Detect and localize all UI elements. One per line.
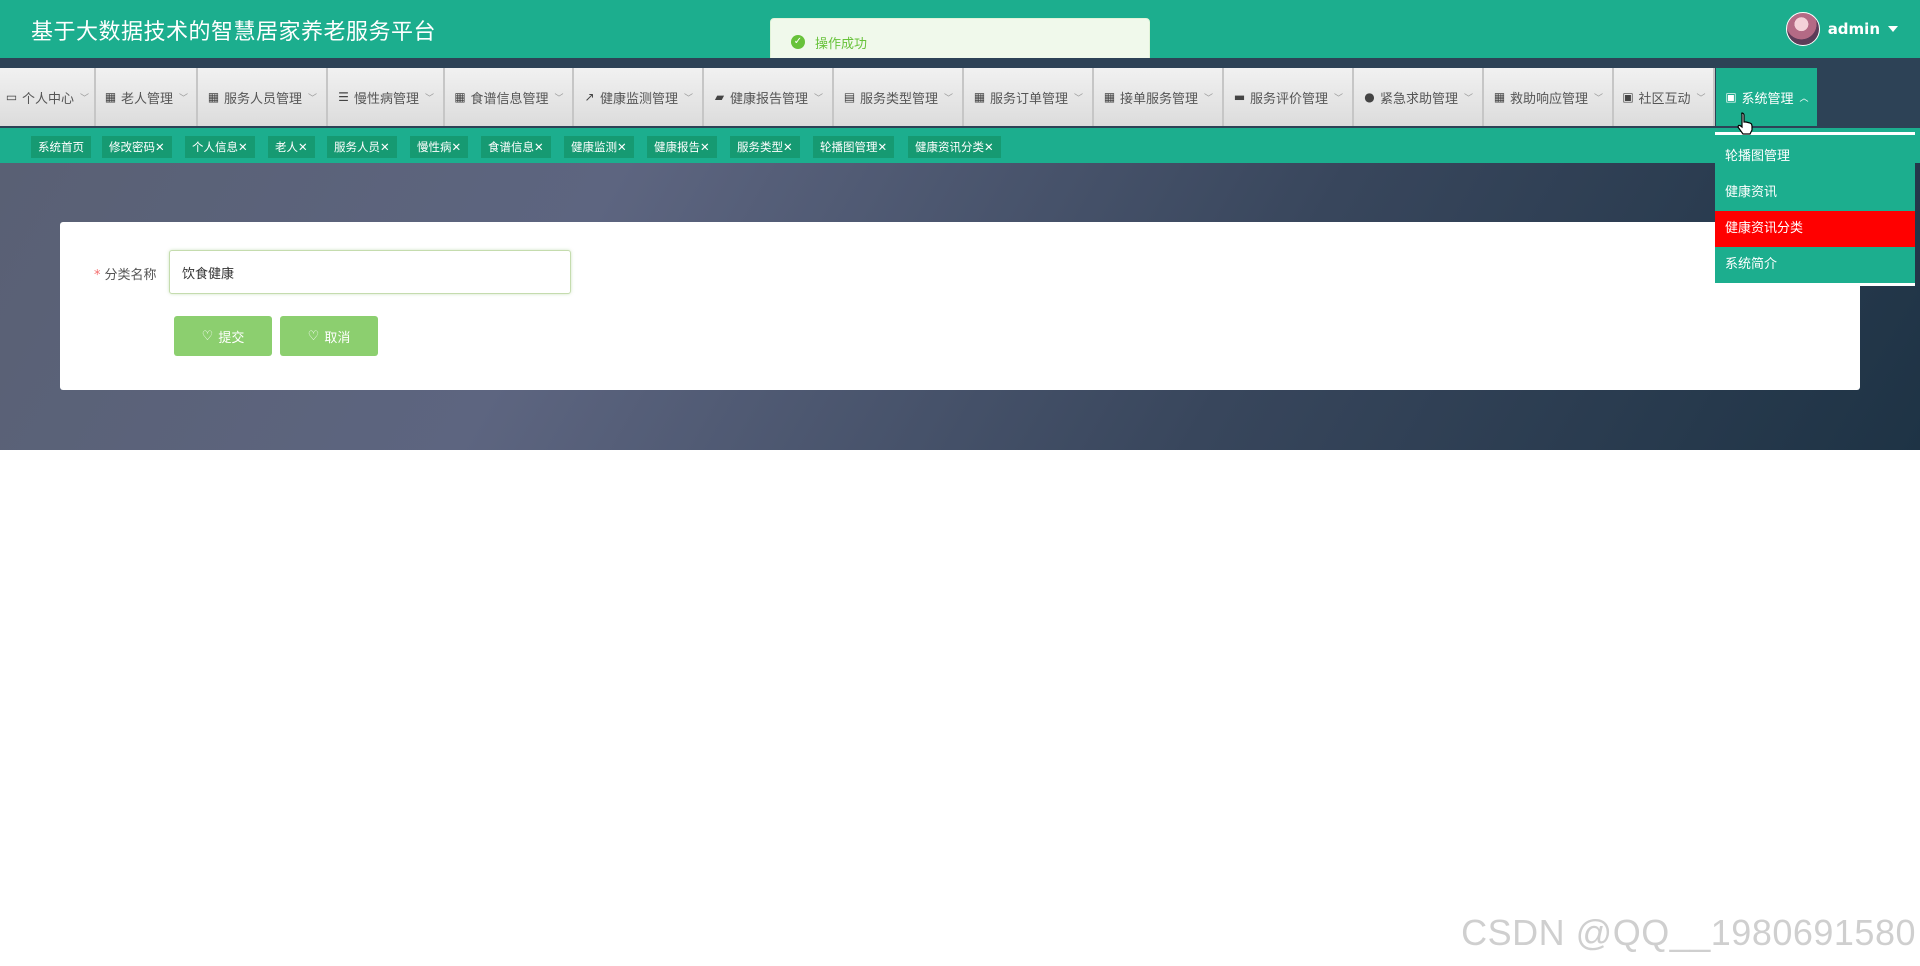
toast-message: 操作成功 — [815, 36, 868, 52]
avatar[interactable] — [1785, 12, 1820, 46]
grid-icon: ▦ — [1103, 89, 1116, 104]
nav-item-system[interactable]: ▣ 系统管理 ︿ — [1716, 68, 1817, 126]
tag-health-monitoring[interactable]: 健康监测✕ — [564, 136, 634, 158]
chevron-down-icon: ﹀ — [1696, 93, 1706, 104]
nav-item-service-review[interactable]: ▬ 服务评价管理 ﹀ — [1224, 68, 1354, 126]
clipboard-icon: ▤ — [843, 89, 856, 104]
tag-change-password[interactable]: 修改密码✕ — [102, 136, 172, 158]
nav-item-elderly[interactable]: ▦ 老人管理 ﹀ — [96, 68, 198, 126]
chevron-down-icon: ﹀ — [1334, 93, 1344, 104]
category-name-label: * 分类名称 — [94, 264, 157, 283]
chevron-down-icon: ﹀ — [179, 93, 189, 104]
chevron-down-icon: ﹀ — [1074, 93, 1084, 104]
menu-item-carousel[interactable]: 轮播图管理 — [1715, 139, 1915, 175]
nav-item-community[interactable]: ▣ 社区互动 ﹀ — [1614, 68, 1715, 126]
grid-icon: ▦ — [207, 89, 220, 104]
form-card — [60, 222, 1860, 390]
wallet-icon: ▰ — [714, 89, 725, 104]
chevron-down-icon: ﹀ — [1204, 93, 1214, 104]
nav-item-personal-center[interactable]: ▭ 个人中心 ﹀ — [0, 68, 96, 126]
system-management-dropdown: 轮播图管理 健康资讯 健康资讯分类 系统简介 — [1715, 132, 1915, 286]
grid-icon: ▦ — [454, 89, 466, 104]
nav-label: 食谱信息管理 — [470, 91, 549, 107]
tags-bar: 系统首页 修改密码✕ 个人信息✕ 老人✕ 服务人员✕ 慢性病✕ 食谱信息✕ 健康… — [0, 128, 1920, 163]
chevron-down-icon: ﹀ — [80, 93, 90, 104]
nav-label: 系统管理 — [1741, 91, 1794, 107]
hand-cursor-icon — [1737, 112, 1753, 135]
nav-label: 健康报告管理 — [729, 91, 808, 107]
chevron-down-icon: ﹀ — [814, 93, 824, 104]
tag-home[interactable]: 系统首页 — [31, 136, 91, 158]
chevron-down-icon: ﹀ — [308, 93, 318, 104]
nav-label: 慢性病管理 — [353, 91, 419, 107]
chart-icon: ↗ — [584, 89, 595, 104]
nav-item-emergency-help[interactable]: ● 紧急求助管理 ﹀ — [1354, 68, 1484, 126]
clipboard-check-icon: ▣ — [1725, 89, 1737, 104]
nav-label: 健康监测管理 — [599, 91, 678, 107]
heart-icon: ♡ — [201, 328, 214, 344]
menu-item-health-news[interactable]: 健康资讯 — [1715, 175, 1915, 211]
chevron-down-icon: ﹀ — [1464, 93, 1474, 104]
app-title: 基于大数据技术的智慧居家养老服务平台 — [31, 20, 437, 45]
nav-label: 紧急求助管理 — [1379, 91, 1458, 107]
tag-carousel[interactable]: 轮播图管理✕ — [813, 136, 895, 158]
tag-service-type[interactable]: 服务类型✕ — [730, 136, 800, 158]
required-mark: * — [94, 268, 101, 283]
nav-label: 个人中心 — [21, 91, 74, 107]
user-icon: ● — [1364, 89, 1375, 104]
sliders-icon: ☰ — [338, 89, 349, 104]
calendar-icon: ▭ — [5, 89, 18, 104]
tag-personal-info[interactable]: 个人信息✕ — [185, 136, 255, 158]
submit-button[interactable]: ♡ 提交 — [174, 316, 272, 356]
menu-item-health-news-category[interactable]: 健康资讯分类 — [1715, 211, 1915, 247]
nav-item-recipes[interactable]: ▦ 食谱信息管理 ﹀ — [445, 68, 574, 126]
chevron-down-icon: ﹀ — [684, 93, 694, 104]
nav-label: 接单服务管理 — [1119, 91, 1198, 107]
grid-icon: ▦ — [973, 89, 986, 104]
nav-label: 救助响应管理 — [1509, 91, 1588, 107]
tag-service-staff[interactable]: 服务人员✕ — [327, 136, 397, 158]
nav-item-service-type[interactable]: ▤ 服务类型管理 ﹀ — [834, 68, 964, 126]
user-menu[interactable]: admin — [1785, 12, 1898, 46]
category-name-label-text: 分类名称 — [104, 268, 157, 283]
tag-health-report[interactable]: 健康报告✕ — [647, 136, 717, 158]
clipboard-x-icon: ▣ — [1622, 89, 1634, 104]
chevron-down-icon: ﹀ — [1594, 93, 1604, 104]
category-name-input[interactable] — [169, 250, 571, 294]
username[interactable]: admin — [1828, 20, 1880, 38]
watermark: CSDN @QQ__1980691580 — [1461, 912, 1916, 953]
nav-item-health-monitoring[interactable]: ↗ 健康监测管理 ﹀ — [574, 68, 704, 126]
nav-item-chronic-disease[interactable]: ☰ 慢性病管理 ﹀ — [328, 68, 445, 126]
submit-label: 提交 — [218, 330, 245, 346]
grid-icon: ▦ — [1493, 89, 1506, 104]
heart-icon: ♡ — [307, 328, 320, 344]
menu-item-system-intro[interactable]: 系统简介 — [1715, 247, 1915, 283]
nav-item-service-staff[interactable]: ▦ 服务人员管理 ﹀ — [198, 68, 328, 126]
grid-icon: ▦ — [104, 89, 117, 104]
nav-label: 服务人员管理 — [223, 91, 302, 107]
nav-label: 服务类型管理 — [859, 91, 938, 107]
chevron-up-icon: ︿ — [1799, 93, 1809, 104]
nav-item-rescue-response[interactable]: ▦ 救助响应管理 ﹀ — [1484, 68, 1614, 126]
top-nav: ▭ 个人中心 ﹀ ▦ 老人管理 ﹀ ▦ 服务人员管理 ﹀ ☰ 慢性病管理 ﹀ ▦… — [0, 58, 1920, 128]
briefcase-icon: ▬ — [1233, 89, 1246, 104]
tag-chronic-disease[interactable]: 慢性病✕ — [410, 136, 469, 158]
caret-down-icon[interactable] — [1888, 26, 1898, 32]
nav-label: 社区互动 — [1638, 91, 1691, 107]
tag-elderly[interactable]: 老人✕ — [268, 136, 315, 158]
nav-label: 老人管理 — [120, 91, 173, 107]
nav-label: 服务订单管理 — [989, 91, 1068, 107]
chevron-down-icon: ﹀ — [554, 93, 564, 104]
chevron-down-icon: ﹀ — [425, 93, 435, 104]
cancel-button[interactable]: ♡ 取消 — [280, 316, 378, 356]
nav-item-health-report[interactable]: ▰ 健康报告管理 ﹀ — [704, 68, 834, 126]
cancel-label: 取消 — [324, 330, 351, 346]
tag-recipes[interactable]: 食谱信息✕ — [481, 136, 551, 158]
nav-item-service-order[interactable]: ▦ 服务订单管理 ﹀ — [964, 68, 1094, 126]
tag-health-news-category[interactable]: 健康资讯分类✕ — [908, 136, 1001, 158]
nav-label: 服务评价管理 — [1249, 91, 1328, 107]
nav-item-order-taking[interactable]: ▦ 接单服务管理 ﹀ — [1094, 68, 1224, 126]
check-circle-icon: ✓ — [791, 35, 805, 49]
chevron-down-icon: ﹀ — [944, 93, 954, 104]
